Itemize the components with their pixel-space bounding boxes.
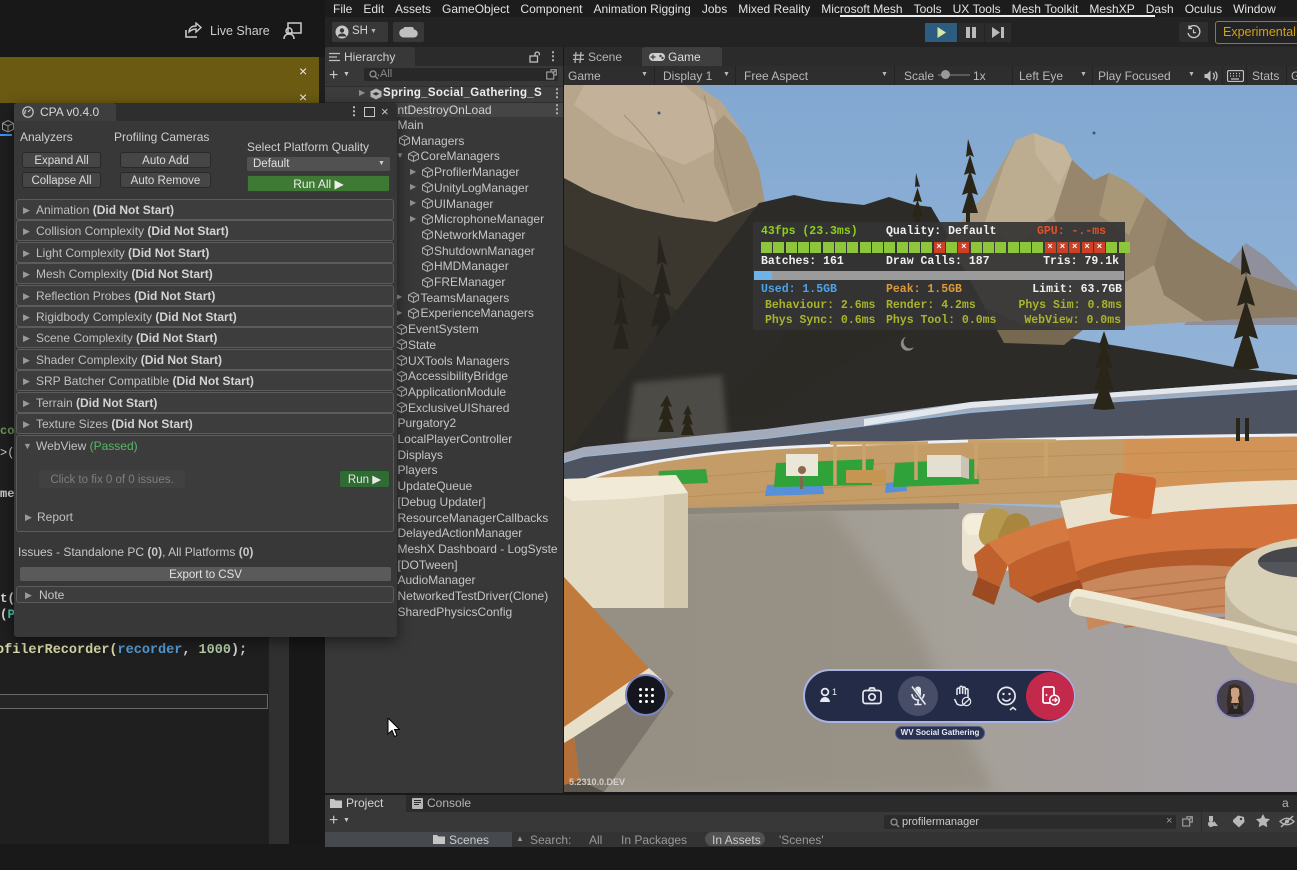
svg-text:5.2310.0.DEV: 5.2310.0.DEV [569, 777, 625, 787]
